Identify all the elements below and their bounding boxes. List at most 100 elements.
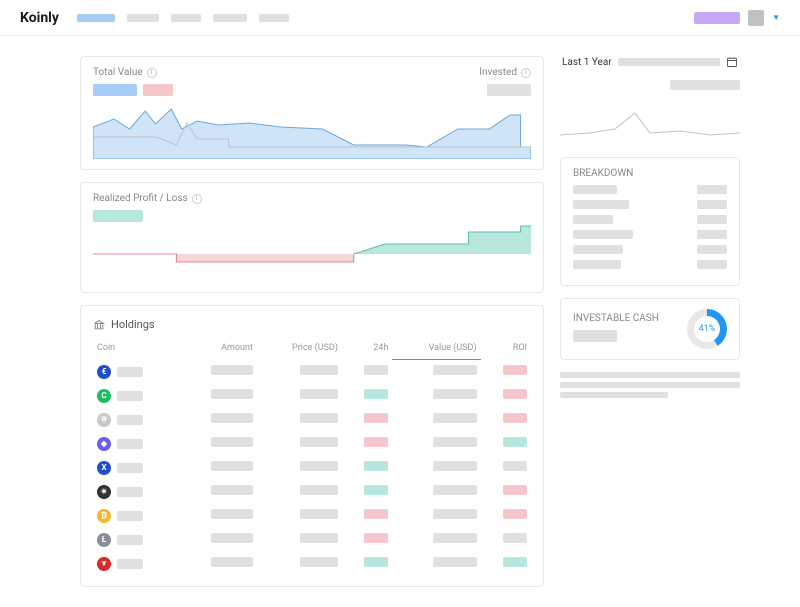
bank-icon [93, 319, 105, 331]
price [300, 413, 338, 423]
nav-item[interactable] [259, 14, 289, 22]
value [433, 413, 477, 423]
period-selector[interactable]: Last 1 Year [560, 56, 740, 68]
price [300, 509, 338, 519]
legend-profit [93, 210, 143, 222]
coin-name [117, 391, 143, 401]
col-24h[interactable]: 24h [342, 339, 392, 360]
value [433, 533, 477, 543]
total-value-chart [93, 99, 531, 159]
nav-item[interactable] [77, 14, 115, 22]
coin-icon: ₿ [97, 509, 111, 523]
amount [211, 461, 253, 471]
coin-name [117, 367, 143, 377]
amount [211, 485, 253, 495]
coin-name [117, 415, 143, 425]
breakdown-title: BREAKDOWN [573, 168, 727, 179]
coin-name [117, 511, 143, 521]
table-row[interactable]: € [93, 360, 531, 384]
realized-card: Realized Profit / Loss i [80, 182, 544, 293]
table-row[interactable]: X [93, 456, 531, 480]
info-icon[interactable]: i [521, 68, 531, 78]
col-price[interactable]: Price (USD) [257, 339, 342, 360]
chevron-down-icon[interactable]: ▼ [772, 13, 780, 22]
change-24h [364, 461, 388, 471]
roi [503, 557, 527, 567]
roi [503, 509, 527, 519]
nav-item[interactable] [127, 14, 159, 22]
price [300, 557, 338, 567]
table-row[interactable]: Ł [93, 528, 531, 552]
value [433, 557, 477, 567]
disclaimer [560, 372, 740, 398]
calendar-icon[interactable] [726, 56, 738, 68]
amount [211, 389, 253, 399]
price [300, 365, 338, 375]
upgrade-button[interactable] [694, 12, 740, 24]
table-row[interactable]: ₿ [93, 504, 531, 528]
change-24h [364, 413, 388, 423]
col-coin[interactable]: Coin [93, 339, 178, 360]
investable-title: INVESTABLE CASH [573, 313, 677, 324]
period-value [670, 80, 740, 90]
value [433, 509, 477, 519]
coin-icon: C [97, 389, 111, 403]
info-icon[interactable]: i [192, 194, 202, 204]
value [433, 389, 477, 399]
coin-name [117, 535, 143, 545]
nav-item[interactable] [171, 14, 201, 22]
coin-name [117, 439, 143, 449]
investable-card: INVESTABLE CASH 41% [560, 298, 740, 360]
price [300, 533, 338, 543]
roi [503, 365, 527, 375]
amount [211, 413, 253, 423]
top-nav [77, 14, 676, 22]
change-24h [364, 509, 388, 519]
investable-donut: 41% [687, 309, 727, 349]
info-icon[interactable]: i [147, 68, 157, 78]
table-row[interactable]: ▼ [93, 552, 531, 576]
roi [503, 485, 527, 495]
investable-value [573, 330, 617, 342]
amount [211, 365, 253, 375]
coin-icon: Ł [97, 533, 111, 547]
change-24h [364, 389, 388, 399]
holdings-card: Holdings Coin Amount Price (USD) 24h Val… [80, 305, 544, 587]
nav-item[interactable] [213, 14, 247, 22]
value [433, 461, 477, 471]
table-row[interactable]: C [93, 384, 531, 408]
roi [503, 461, 527, 471]
logo: Koinly [20, 10, 59, 26]
coin-name [117, 487, 143, 497]
total-value-label: Total Value [93, 67, 143, 78]
col-value[interactable]: Value (USD) [392, 339, 480, 360]
coin-icon: ◆ [97, 437, 111, 451]
user-avatar[interactable] [748, 10, 764, 26]
table-row[interactable]: ✴ [93, 480, 531, 504]
coin-icon: ※ [97, 413, 111, 427]
amount [211, 533, 253, 543]
col-amount[interactable]: Amount [178, 339, 257, 360]
change-24h [364, 485, 388, 495]
coin-icon: ▼ [97, 557, 111, 571]
roi [503, 437, 527, 447]
legend-invested [143, 84, 173, 96]
value [433, 365, 477, 375]
change-24h [364, 533, 388, 543]
holdings-table: Coin Amount Price (USD) 24h Value (USD) … [93, 339, 531, 576]
col-roi[interactable]: ROI [481, 339, 531, 360]
amount [211, 437, 253, 447]
holdings-title: Holdings [111, 318, 155, 331]
realized-label: Realized Profit / Loss [93, 193, 188, 204]
legend-value [93, 84, 137, 96]
amount [211, 509, 253, 519]
total-value-card: Total Valuei Investedi [80, 56, 544, 170]
table-row[interactable]: ◆ [93, 432, 531, 456]
roi [503, 413, 527, 423]
price [300, 461, 338, 471]
price [300, 485, 338, 495]
table-row[interactable]: ※ [93, 408, 531, 432]
coin-name [117, 463, 143, 473]
change-24h [364, 365, 388, 375]
period-label: Last 1 Year [562, 57, 612, 68]
